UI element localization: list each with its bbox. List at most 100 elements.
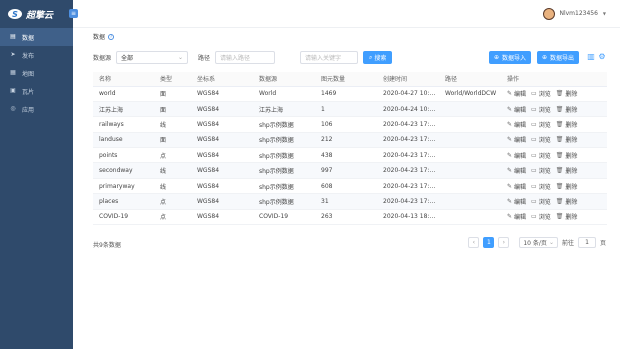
- sidebar-item[interactable]: ▦ 地图: [0, 64, 73, 82]
- view-button[interactable]: ▭ 浏览: [531, 120, 551, 129]
- cell-ops: ✎ 编辑 ▭ 浏览 🗑 删除: [501, 178, 607, 195]
- sidebar-item[interactable]: ➤ 发布: [0, 46, 73, 64]
- cell-path: [439, 101, 501, 118]
- cell-source: shp示例数据: [253, 178, 315, 195]
- edit-button[interactable]: ✎ 编辑: [507, 166, 526, 175]
- search-button-label: 搜索: [374, 55, 387, 62]
- edit-button[interactable]: ✎ 编辑: [507, 197, 526, 206]
- sidebar-item-label: 瓦片: [22, 88, 35, 96]
- search-icon: ⌕: [369, 53, 373, 61]
- column-header: 创建时间: [377, 72, 439, 87]
- keyword-input[interactable]: 请输入关键字: [300, 51, 359, 64]
- next-page-button[interactable]: ›: [498, 237, 510, 248]
- column-header: 路径: [439, 72, 501, 87]
- view-button[interactable]: ▭ 浏览: [531, 151, 551, 160]
- cell-name: railways: [93, 116, 154, 133]
- page-size-select[interactable]: 10 条/页 ⌄: [519, 237, 558, 248]
- table-row[interactable]: places 点 WGS84 shp示例数据 31 2020-04-23 17:36...…: [93, 193, 607, 210]
- source-select[interactable]: 全部 ⌄: [116, 51, 189, 64]
- edit-label: 编辑: [514, 152, 527, 160]
- edit-button[interactable]: ✎ 编辑: [507, 182, 526, 191]
- delete-button[interactable]: 🗑 删除: [556, 197, 578, 206]
- table-row[interactable]: railways 线 WGS84 shp示例数据 106 2020-04-23 17:36…: [93, 116, 607, 133]
- edit-button[interactable]: ✎ 编辑: [507, 105, 526, 114]
- delete-button[interactable]: 🗑 删除: [556, 166, 578, 175]
- sidebar-nav: ▤ 数据 ➤ 发布 ▦ 地图 ▣ 瓦片 ◎ 应用: [0, 28, 73, 118]
- chevron-down-icon[interactable]: ▼: [603, 11, 606, 16]
- path-input[interactable]: 请输入路径: [215, 51, 276, 64]
- edit-icon: ✎: [507, 136, 513, 144]
- delete-button[interactable]: 🗑 删除: [556, 120, 578, 129]
- page-title: 数据: [93, 34, 106, 41]
- help-icon[interactable]: ?: [108, 33, 115, 40]
- sidebar-item[interactable]: ▣ 瓦片: [0, 82, 73, 100]
- logo[interactable]: S 超擎云: [0, 0, 73, 28]
- view-label: 浏览: [538, 91, 551, 99]
- view-button[interactable]: ▭ 浏览: [531, 89, 551, 98]
- column-settings-icon[interactable]: ▥: [587, 53, 595, 61]
- column-header: 坐标系: [191, 72, 253, 87]
- trash-icon: 🗑: [555, 90, 564, 98]
- table-row[interactable]: landuse 面 WGS84 shp示例数据 212 2020-04-23 17:36.…: [93, 132, 607, 149]
- delete-label: 删除: [565, 168, 578, 176]
- sidebar-item-label: 数据: [22, 34, 35, 42]
- topbar: Nlvm123456 ▼: [73, 0, 620, 28]
- goto-page-input[interactable]: 1: [577, 237, 596, 248]
- view-button[interactable]: ▭ 浏览: [531, 212, 551, 221]
- cell-crs: WGS84: [191, 101, 253, 118]
- export-button[interactable]: ⊕ 数据导出: [537, 51, 579, 64]
- sidebar-item[interactable]: ▤ 数据: [0, 28, 73, 46]
- view-button[interactable]: ▭ 浏览: [531, 135, 551, 144]
- delete-label: 删除: [565, 121, 578, 129]
- search-button[interactable]: ⌕ 搜索: [363, 51, 393, 64]
- cell-type: 线: [154, 116, 191, 133]
- sidebar-item-label: 发布: [22, 52, 35, 60]
- delete-button[interactable]: 🗑 删除: [556, 182, 578, 191]
- data-table: 名称 类型 坐标系 数据源 图元数量 创建时间 路径 操作 world 面 WGS84 World 1…: [93, 72, 607, 226]
- collapse-sidebar-button[interactable]: ≡: [69, 9, 78, 18]
- table-row[interactable]: COVID-19 点 WGS84 COVID-19 263 2020-04-13 18:1…: [93, 209, 607, 226]
- table-row[interactable]: world 面 WGS84 World 1469 2020-04-27 10:56... W…: [93, 86, 607, 102]
- cell-path: [439, 178, 501, 195]
- avatar[interactable]: [543, 7, 556, 20]
- cell-crs: WGS84: [191, 209, 253, 226]
- cell-crs: WGS84: [191, 116, 253, 133]
- import-button[interactable]: ⊕ 数据导入: [489, 51, 531, 64]
- gear-icon[interactable]: ⚙: [598, 53, 606, 61]
- page-button[interactable]: 1: [483, 237, 495, 248]
- table-row[interactable]: points 点 WGS84 shp示例数据 438 2020-04-23 17:36..…: [93, 147, 607, 164]
- view-button[interactable]: ▭ 浏览: [531, 182, 551, 191]
- view-button[interactable]: ▭ 浏览: [531, 166, 551, 175]
- edit-button[interactable]: ✎ 编辑: [507, 212, 526, 221]
- username[interactable]: Nlvm123456: [559, 10, 597, 17]
- view-icon: ▭: [531, 136, 537, 144]
- cell-count: 31: [315, 193, 377, 210]
- prev-page-button[interactable]: ‹: [468, 237, 480, 248]
- cell-created: 2020-04-23 17:36...: [377, 116, 439, 133]
- cell-ops: ✎ 编辑 ▭ 浏览 🗑 删除: [501, 147, 607, 164]
- delete-button[interactable]: 🗑 删除: [556, 135, 578, 144]
- cell-path: [439, 193, 501, 210]
- delete-button[interactable]: 🗑 删除: [556, 89, 578, 98]
- view-button[interactable]: ▭ 浏览: [531, 105, 551, 114]
- edit-button[interactable]: ✎ 编辑: [507, 135, 526, 144]
- cell-name: 江苏上海: [93, 101, 154, 118]
- delete-button[interactable]: 🗑 删除: [556, 105, 578, 114]
- edit-icon: ✎: [507, 90, 513, 98]
- delete-button[interactable]: 🗑 删除: [556, 212, 578, 221]
- table-row[interactable]: secondway 线 WGS84 shp示例数据 997 2020-04-23 17:3…: [93, 162, 607, 179]
- table-row[interactable]: primaryway 线 WGS84 shp示例数据 608 2020-04-23 17:…: [93, 178, 607, 195]
- cell-source: 江苏上海: [253, 101, 315, 118]
- cell-count: 1469: [315, 86, 377, 102]
- edit-icon: ✎: [507, 151, 513, 159]
- table-row[interactable]: 江苏上海面 WGS84 江苏上海 1 2020-04-24 10:24... ✎ 编辑 ▭ 浏览…: [93, 101, 607, 118]
- edit-button[interactable]: ✎ 编辑: [507, 89, 526, 98]
- sidebar-item[interactable]: ◎ 应用: [0, 100, 73, 118]
- cell-path: [439, 116, 501, 133]
- edit-button[interactable]: ✎ 编辑: [507, 151, 526, 160]
- delete-button[interactable]: 🗑 删除: [556, 151, 578, 160]
- view-button[interactable]: ▭ 浏览: [531, 197, 551, 206]
- edit-button[interactable]: ✎ 编辑: [507, 120, 526, 129]
- trash-icon: 🗑: [555, 136, 564, 144]
- column-header: 名称: [93, 72, 154, 87]
